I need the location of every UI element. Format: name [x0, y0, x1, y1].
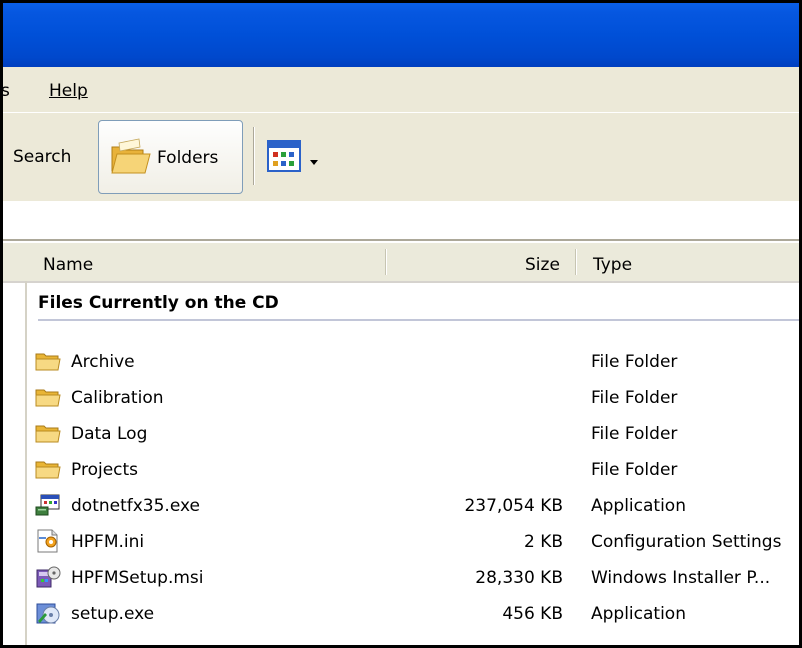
address-bar[interactable] [3, 201, 799, 241]
file-row[interactable]: Calibration File Folder [31, 381, 799, 413]
title-bar[interactable] [3, 3, 799, 67]
file-type: File Folder [591, 352, 678, 372]
column-header-name[interactable]: Name [43, 255, 93, 275]
msi-icon [35, 565, 61, 589]
file-name: HPFM.ini [71, 532, 145, 552]
file-type: Application [591, 604, 686, 624]
folders-label: Folders [157, 148, 219, 168]
explorer-window: s Help Search Folders Name Size Type Fil… [0, 0, 802, 648]
file-type: Windows Installer P... [591, 568, 771, 588]
file-name: Data Log [71, 424, 148, 444]
file-list: Name Size Type Files Currently on the CD… [3, 243, 799, 645]
folders-button[interactable]: Folders [98, 120, 243, 194]
file-name: Projects [71, 460, 139, 480]
file-row[interactable]: Archive File Folder [31, 345, 799, 377]
menu-item-partial[interactable]: s [3, 81, 10, 101]
file-size: 237,054 KB [464, 496, 563, 516]
file-type: File Folder [591, 460, 678, 480]
toolbar: Search Folders [3, 112, 799, 202]
exe-icon [35, 493, 61, 517]
menu-bar: s Help [3, 67, 799, 112]
column-headers: Name Size Type [3, 243, 799, 283]
file-size: 456 KB [502, 604, 563, 624]
column-header-type[interactable]: Type [593, 255, 632, 275]
ini-icon [35, 529, 61, 553]
file-type: Application [591, 496, 686, 516]
group-divider [38, 319, 799, 321]
column-divider[interactable] [575, 249, 577, 275]
menu-item-help[interactable]: Help [49, 81, 88, 101]
file-name: HPFMSetup.msi [71, 568, 204, 588]
file-type: Configuration Settings [591, 532, 782, 552]
setup-icon [35, 601, 61, 625]
pane-border [25, 281, 27, 645]
chevron-down-icon [309, 152, 319, 172]
file-row[interactable]: HPFMSetup.msi 28,330 KB Windows Installer … [31, 561, 799, 593]
file-row[interactable]: HPFM.ini 2 KB Configuration Settings [31, 525, 799, 557]
toolbar-separator [253, 127, 255, 185]
views-icon [267, 140, 303, 179]
file-row[interactable]: setup.exe 456 KB Application [31, 597, 799, 629]
column-header-size[interactable]: Size [525, 255, 560, 275]
file-row[interactable]: dotnetfx35.exe 237,054 KB Application [31, 489, 799, 521]
file-size: 28,330 KB [475, 568, 563, 588]
file-type: File Folder [591, 424, 678, 444]
file-name: dotnetfx35.exe [71, 496, 200, 516]
folder-icon [35, 421, 61, 445]
group-header: Files Currently on the CD [38, 293, 279, 313]
views-button[interactable] [267, 140, 337, 176]
file-size: 2 KB [523, 532, 563, 552]
folder-icon [35, 349, 61, 373]
search-button[interactable]: Search [13, 147, 71, 167]
folders-icon [109, 135, 153, 179]
file-name: Archive [71, 352, 135, 372]
menu-help-label: Help [49, 81, 88, 101]
file-type: File Folder [591, 388, 678, 408]
folder-icon [35, 457, 61, 481]
file-name: setup.exe [71, 604, 155, 624]
column-divider[interactable] [385, 249, 387, 275]
file-row[interactable]: Data Log File Folder [31, 417, 799, 449]
folder-icon [35, 385, 61, 409]
file-row[interactable]: Projects File Folder [31, 453, 799, 485]
file-name: Calibration [71, 388, 164, 408]
